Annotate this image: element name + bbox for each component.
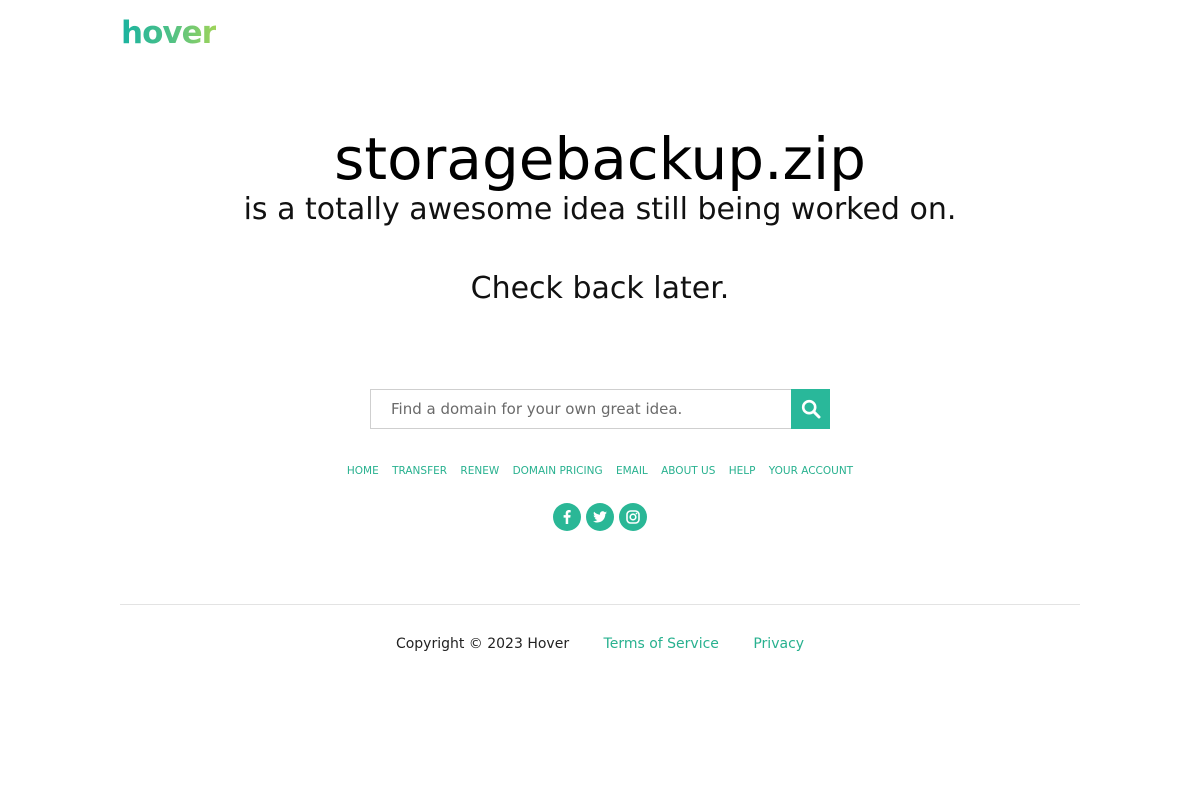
nav-transfer[interactable]: TRANSFER xyxy=(392,465,447,477)
instagram-icon xyxy=(626,510,640,524)
twitter-icon xyxy=(593,511,607,523)
twitter-link[interactable] xyxy=(586,503,614,531)
nav-email[interactable]: EMAIL xyxy=(616,465,648,477)
instagram-link[interactable] xyxy=(619,503,647,531)
terms-of-service-link[interactable]: Terms of Service xyxy=(604,636,719,652)
search-button[interactable] xyxy=(791,389,830,429)
domain-search-input[interactable] xyxy=(370,389,791,429)
footer: Copyright © 2023 Hover Terms of Service … xyxy=(0,634,1200,654)
nav-renew[interactable]: RENEW xyxy=(460,465,499,477)
nav-your-account[interactable]: YOUR ACCOUNT xyxy=(769,465,853,477)
footer-nav: HOME TRANSFER RENEW DOMAIN PRICING EMAIL… xyxy=(0,463,1200,479)
nav-home[interactable]: HOME xyxy=(347,465,379,477)
nav-domain-pricing[interactable]: DOMAIN PRICING xyxy=(513,465,603,477)
domain-title: storagebackup.zip xyxy=(334,125,866,193)
facebook-link[interactable] xyxy=(553,503,581,531)
facebook-icon xyxy=(563,510,571,524)
tagline: is a totally awesome idea still being wo… xyxy=(243,192,957,227)
hover-logo[interactable]: hover xyxy=(121,14,217,52)
search-icon xyxy=(801,399,820,419)
social-links xyxy=(0,503,1200,531)
check-back-text: Check back later. xyxy=(470,271,730,306)
copyright-text: Copyright © 2023 Hover xyxy=(395,636,570,652)
nav-about-us[interactable]: ABOUT US xyxy=(661,465,715,477)
domain-search-form xyxy=(370,389,830,429)
privacy-link[interactable]: Privacy xyxy=(753,636,804,652)
footer-divider xyxy=(120,604,1080,605)
parking-page: hover storagebackup.zip is a totally awe… xyxy=(0,0,1200,800)
nav-help[interactable]: HELP xyxy=(729,465,756,477)
